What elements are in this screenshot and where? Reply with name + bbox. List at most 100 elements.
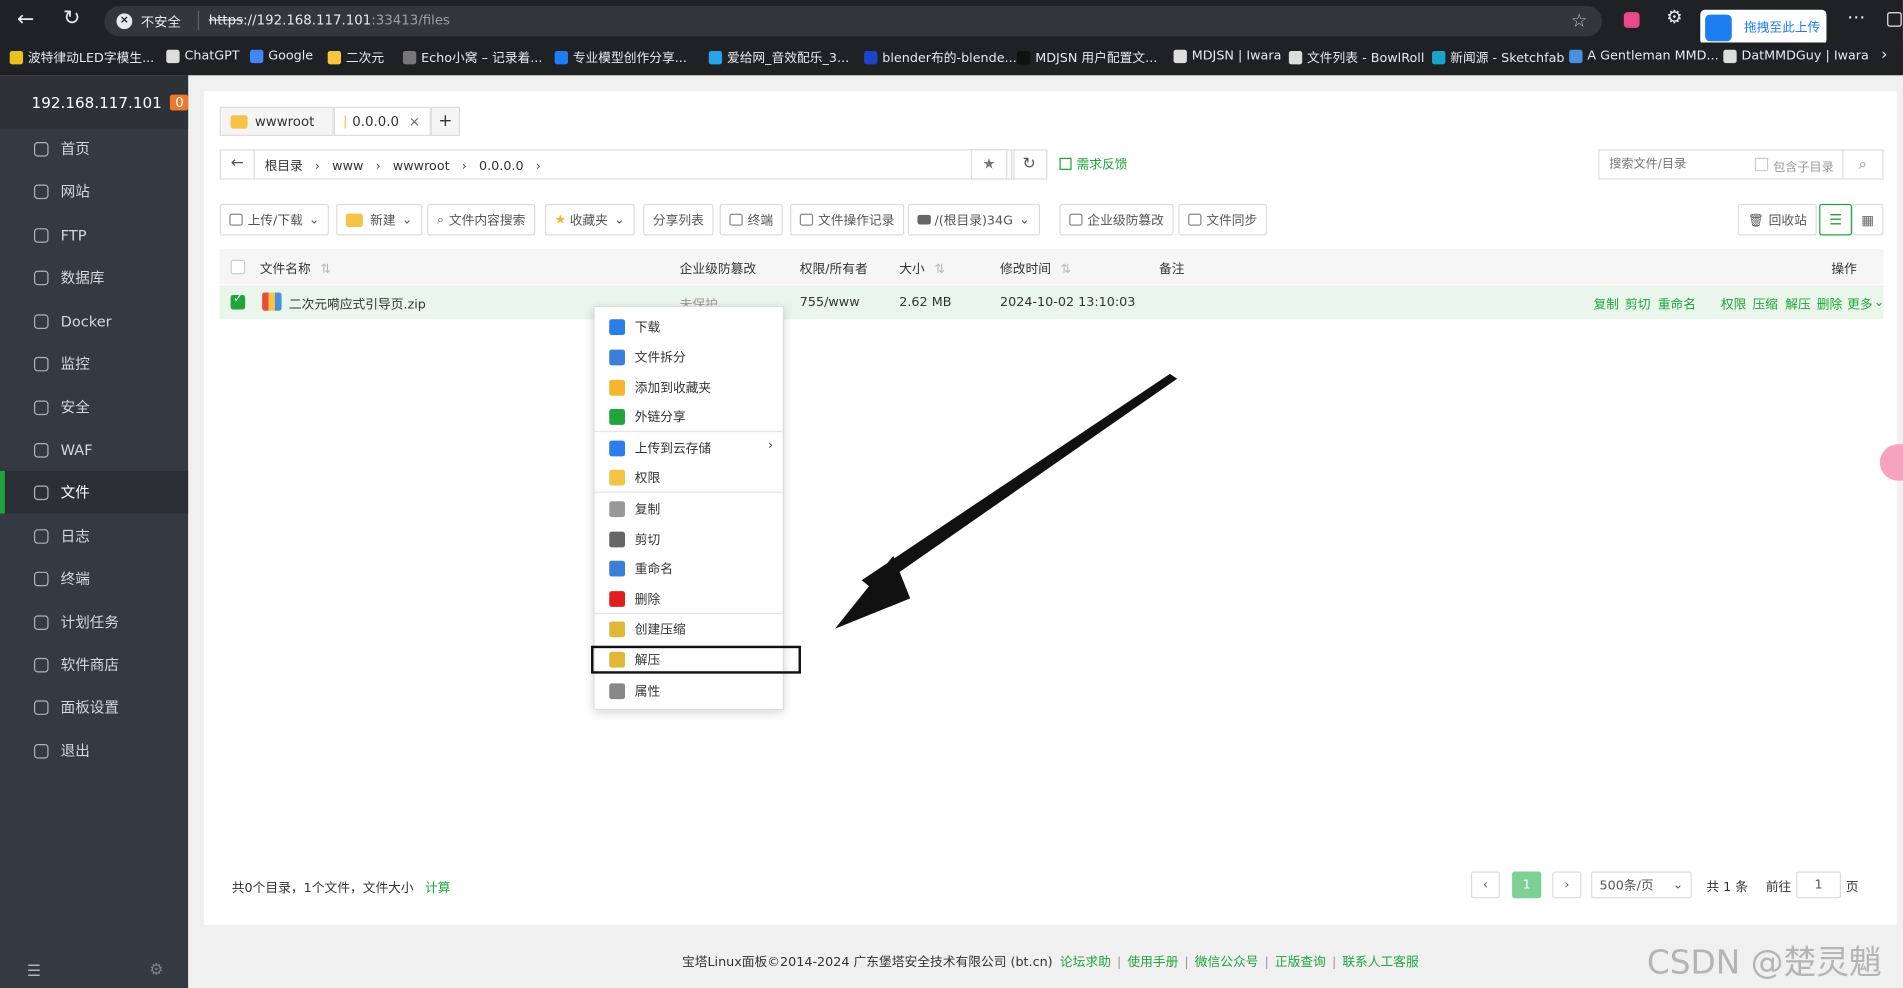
next-page-button[interactable]: › — [1552, 871, 1582, 899]
footer-link[interactable]: 论坛求助 — [1060, 955, 1111, 970]
breadcrumb-item[interactable]: www — [332, 159, 363, 174]
list-view-button[interactable]: ☰ — [1819, 203, 1852, 236]
grid-view-button[interactable]: ▦ — [1851, 203, 1884, 236]
sync-button[interactable]: 文件同步 — [1178, 203, 1267, 236]
tab-current[interactable]: 0.0.0.0 × — [333, 106, 431, 136]
select-all-checkbox[interactable] — [230, 259, 246, 275]
search-icon[interactable]: ⌕ — [1842, 150, 1882, 179]
favorite-star-icon[interactable]: ★ — [970, 149, 1008, 180]
row-op-5[interactable]: 解压 — [1785, 295, 1810, 313]
calc-link[interactable]: 计算 — [425, 881, 450, 896]
sidebar-item-3[interactable]: 数据库 — [0, 256, 188, 298]
sidebar-item-7[interactable]: WAF — [0, 428, 188, 470]
upload-download-button[interactable]: 上传/下载 ⌄ — [219, 203, 330, 236]
row-op-1[interactable]: 剪切 — [1625, 295, 1650, 313]
sidebar-item-4[interactable]: Docker — [0, 300, 188, 342]
footer-link[interactable]: 使用手册 — [1127, 955, 1178, 970]
header-mtime[interactable]: 修改时间 ⇅ — [1000, 260, 1071, 278]
op-log-button[interactable]: 文件操作记录 — [790, 203, 905, 236]
bookmark-item[interactable]: DatMMDGuy | Iwara — [1723, 49, 1869, 63]
bookmark-item[interactable]: MDJSN 用户配置文... — [1016, 49, 1157, 67]
bookmark-item[interactable]: A Gentleman MMD... — [1569, 49, 1719, 63]
context-menu-item-12[interactable]: 属性 — [595, 676, 783, 705]
sidebar-item-2[interactable]: FTP — [0, 214, 188, 256]
sidebar-item-1[interactable]: 网站 — [0, 170, 188, 212]
row-op-3[interactable]: 权限 — [1721, 295, 1746, 313]
sidebar-item-14[interactable]: 退出 — [0, 729, 188, 771]
header-size[interactable]: 大小 ⇅ — [899, 260, 945, 278]
settings-gear-icon[interactable]: ⚙ — [149, 961, 163, 979]
sidebar-item-9[interactable]: 日志 — [0, 515, 188, 557]
terminal-button[interactable]: 终端 — [719, 203, 783, 236]
menu-dots-icon[interactable]: ⋯ — [1847, 6, 1865, 28]
footer-link[interactable]: 联系人工客服 — [1342, 955, 1418, 970]
reload-icon[interactable]: ↻ — [63, 6, 80, 30]
refresh-icon[interactable]: ↻ — [1010, 149, 1048, 180]
context-menu-item-6[interactable]: 复制 — [595, 494, 783, 523]
per-page-select[interactable]: 500条/页 ⌄ — [1591, 871, 1692, 899]
context-menu-item-10[interactable]: 创建压缩 — [595, 614, 783, 643]
add-tab-button[interactable]: + — [430, 106, 460, 136]
subdir-checkbox[interactable] — [1754, 157, 1769, 172]
path-bar[interactable]: ← 根目录 › www › wwwroot › 0.0.0.0 › — [219, 149, 1015, 180]
sidebar-toggle-icon[interactable] — [1887, 12, 1902, 27]
back-arrow-icon[interactable]: ← — [221, 150, 255, 179]
context-menu-item-4[interactable]: 上传到云存储 › — [595, 433, 783, 462]
bookmark-item[interactable]: 爱给网_音效配乐_3... — [708, 49, 849, 67]
context-menu-item-8[interactable]: 重命名 — [595, 553, 783, 582]
back-icon[interactable]: ← — [17, 7, 34, 31]
extensions-icon[interactable]: ⚙ — [1666, 6, 1682, 28]
content-search-button[interactable]: ⌕ 文件内容搜索 — [427, 203, 536, 236]
row-op-2[interactable]: 重命名 — [1658, 295, 1696, 313]
sidebar-item-8[interactable]: 文件 — [0, 470, 189, 514]
file-name[interactable]: 二次元嗬应式引导页.zip — [289, 295, 426, 313]
translate-icon[interactable] — [1623, 12, 1640, 28]
close-tab-icon[interactable]: × — [409, 113, 420, 129]
row-op-6[interactable]: 删除 — [1817, 295, 1842, 313]
bookmark-item[interactable]: 二次元 — [327, 49, 384, 67]
feedback-link[interactable]: 需求反馈 — [1059, 155, 1127, 173]
breadcrumb-item[interactable]: wwwroot — [393, 159, 450, 174]
footer-link[interactable]: 正版查询 — [1275, 955, 1326, 970]
file-perm[interactable]: 755/www — [800, 295, 860, 310]
search-input[interactable] — [1599, 150, 1752, 179]
row-checkbox[interactable]: ✓ — [230, 293, 246, 310]
sidebar-item-10[interactable]: 终端 — [0, 557, 188, 599]
header-name[interactable]: 文件名称 ⇅ — [260, 260, 331, 278]
upload-extension-button[interactable]: 拖拽至此上传 — [1700, 9, 1827, 45]
more-bookmarks-icon[interactable]: › — [1881, 46, 1887, 64]
context-menu-item-9[interactable]: 删除 — [595, 584, 783, 613]
bookmark-item[interactable]: 专业模型创作分享... — [554, 49, 687, 67]
sidebar-item-5[interactable]: 监控 — [0, 342, 188, 384]
goto-page-input[interactable]: 1 — [1796, 871, 1842, 899]
breadcrumb-item[interactable]: 根目录 — [265, 159, 303, 174]
context-menu-item-2[interactable]: 添加到收藏夹 — [595, 373, 783, 402]
row-op-4[interactable]: 压缩 — [1752, 295, 1777, 313]
tab-wwwroot[interactable]: wwwroot — [219, 106, 334, 136]
recycle-bin-button[interactable]: 🗑 回收站 — [1737, 203, 1817, 236]
context-menu-item-7[interactable]: 剪切 — [595, 524, 783, 553]
address-bar[interactable]: × 不安全 https://192.168.117.101:33413/file… — [104, 6, 1602, 37]
footer-link[interactable]: 微信公众号 — [1195, 955, 1259, 970]
bookmark-item[interactable]: 波特律动LED字模生... — [9, 49, 155, 67]
table-row[interactable]: ✓ 二次元嗬应式引导页.zip 未保护 755/www 2.62 MB 2024… — [219, 285, 1884, 320]
row-op-0[interactable]: 复制 — [1593, 295, 1618, 313]
sidebar-item-12[interactable]: 软件商店 — [0, 643, 188, 685]
star-icon[interactable]: ☆ — [1571, 10, 1587, 32]
tamper-button[interactable]: 企业级防篡改 — [1059, 203, 1174, 236]
new-button[interactable]: 新建 ⌄ — [336, 203, 423, 236]
collapse-menu-icon[interactable]: ☰ — [27, 963, 41, 981]
bookmark-item[interactable]: 新闻源 - Sketchfab — [1432, 49, 1565, 67]
bookmark-item[interactable]: MDJSN | Iwara — [1173, 49, 1281, 63]
sidebar-item-11[interactable]: 计划任务 — [0, 601, 188, 643]
disk-button[interactable]: /(根目录)34G ⌄ — [907, 203, 1040, 236]
sidebar-item-0[interactable]: 首页 — [0, 127, 188, 169]
prev-page-button[interactable]: ‹ — [1470, 871, 1501, 899]
sidebar-item-6[interactable]: 安全 — [0, 386, 188, 428]
share-list-button[interactable]: 分享列表 — [643, 203, 714, 236]
bookmark-item[interactable]: ChatGPT — [166, 49, 240, 63]
notice-badge[interactable]: 0 — [170, 94, 189, 110]
context-menu-item-0[interactable]: 下载 — [595, 312, 783, 341]
context-menu-item-1[interactable]: 文件拆分 — [595, 342, 783, 371]
page-current[interactable]: 1 — [1512, 871, 1542, 899]
